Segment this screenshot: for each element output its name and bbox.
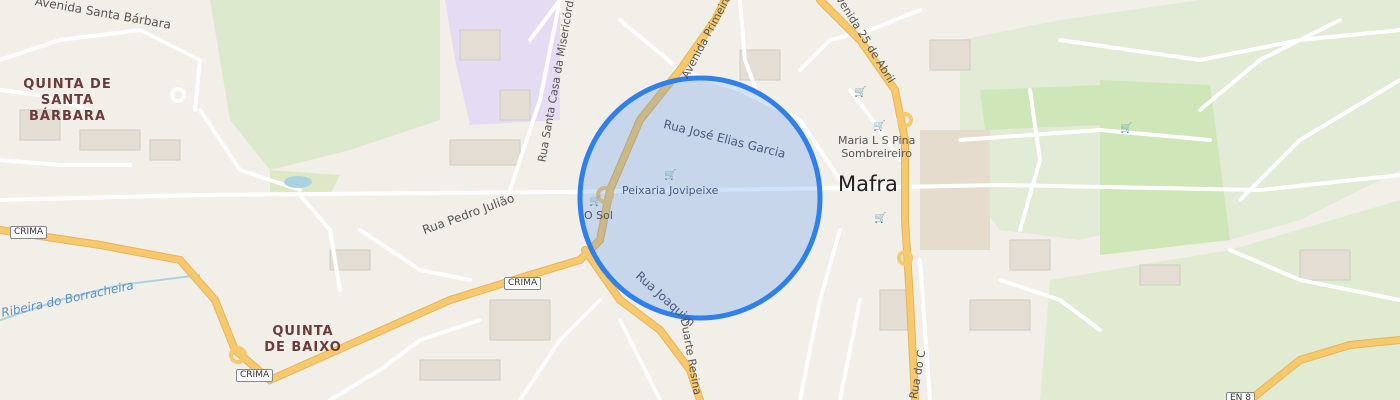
city-label-mafra[interactable]: Mafra	[838, 172, 898, 196]
road-shield-crima-left: CRIMA	[10, 226, 48, 239]
search-radius-circle	[577, 75, 823, 321]
shop-basket-icon[interactable]: 🛒	[664, 171, 676, 181]
place-quinta-de-baixo: QUINTA DE BAIXO	[264, 324, 342, 355]
garden-area	[1100, 80, 1230, 255]
shop-basket-icon[interactable]: 🛒	[1120, 124, 1132, 134]
map-canvas[interactable]: QUINTA DE SANTA BÁRBARA QUINTA DE BAIXO …	[0, 0, 1400, 400]
shop-basket-icon[interactable]: 🛒	[874, 214, 886, 224]
shop-basket-icon[interactable]: 🛒	[854, 88, 866, 98]
poi-maria-l-s-pina[interactable]: Maria L S Pina Sombreireiro	[838, 134, 915, 160]
poi-peixaria-jovipeixe[interactable]: Peixaria Jovipeixe	[622, 184, 718, 197]
shop-basket-icon[interactable]: 🛒	[873, 122, 885, 132]
poi-o-sol[interactable]: O Sol	[584, 209, 613, 222]
road-shield-crima-bottom: CRIMA	[236, 369, 274, 382]
road-shield-crima-mid: CRIMA	[504, 277, 542, 290]
road-shield-en8: EN 8	[1226, 392, 1256, 400]
palace-building	[920, 130, 990, 250]
place-quinta-santa-barbara: QUINTA DE SANTA BÁRBARA	[23, 77, 112, 124]
shop-basket-icon[interactable]: 🛒	[589, 197, 601, 207]
